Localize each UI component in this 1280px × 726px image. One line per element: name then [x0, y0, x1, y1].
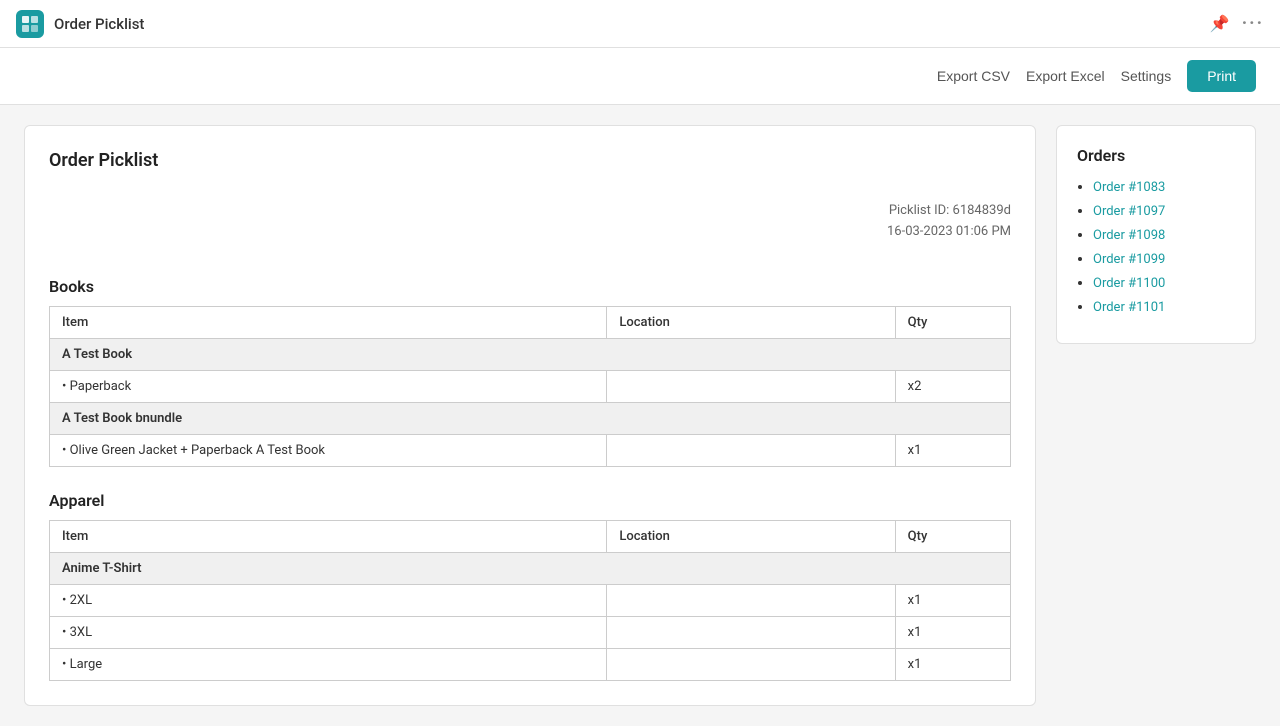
row-location — [607, 616, 895, 648]
order-link-1100[interactable]: Order #1100 — [1093, 276, 1165, 291]
export-excel-button[interactable]: Export Excel — [1026, 68, 1105, 84]
table-row: • 2XL x1 — [50, 584, 1011, 616]
order-link-1097[interactable]: Order #1097 — [1093, 204, 1165, 219]
row-location — [607, 584, 895, 616]
table-row: • Paperback x2 — [50, 370, 1011, 402]
row-item: • 2XL — [50, 584, 607, 616]
pin-icon[interactable]: 📌 — [1210, 14, 1230, 33]
row-qty: x2 — [895, 370, 1010, 402]
row-qty: x1 — [895, 434, 1010, 466]
row-qty: x1 — [895, 584, 1010, 616]
row-item: • Paperback — [50, 370, 607, 402]
list-item: Order #1098 — [1093, 227, 1235, 243]
section-apparel-title: Apparel — [49, 491, 1011, 510]
settings-button[interactable]: Settings — [1121, 68, 1172, 84]
group-name: A Test Book bnundle — [50, 402, 1011, 434]
list-item: Order #1099 — [1093, 251, 1235, 267]
group-name: A Test Book — [50, 338, 1011, 370]
group-name: Anime T-Shirt — [50, 552, 1011, 584]
apparel-table: Item Location Qty Anime T-Shirt • 2XL x1… — [49, 520, 1011, 681]
picklist-id: Picklist ID: 6184839d — [49, 201, 1011, 222]
table-row: Anime T-Shirt — [50, 552, 1011, 584]
apparel-col-qty: Qty — [895, 520, 1010, 552]
order-link-1101[interactable]: Order #1101 — [1093, 300, 1165, 315]
books-col-item: Item — [50, 306, 607, 338]
top-bar: Order Picklist 📌 ··· — [0, 0, 1280, 48]
table-row: • Large x1 — [50, 648, 1011, 680]
row-qty: x1 — [895, 648, 1010, 680]
picklist-header: Picklist ID: 6184839d 16-03-2023 01:06 P… — [49, 191, 1011, 253]
books-col-qty: Qty — [895, 306, 1010, 338]
toolbar: Export CSV Export Excel Settings Print — [0, 48, 1280, 105]
top-bar-actions: 📌 ··· — [1210, 13, 1264, 34]
apparel-col-location: Location — [607, 520, 895, 552]
main-content: Order Picklist Picklist ID: 6184839d 16-… — [0, 105, 1280, 726]
list-item: Order #1100 — [1093, 275, 1235, 291]
app-logo — [16, 10, 44, 38]
row-location — [607, 434, 895, 466]
list-item: Order #1097 — [1093, 203, 1235, 219]
table-row: A Test Book bnundle — [50, 402, 1011, 434]
page-title: Order Picklist — [49, 150, 1011, 171]
order-link-1099[interactable]: Order #1099 — [1093, 252, 1165, 267]
picklist-date: 16-03-2023 01:06 PM — [49, 222, 1011, 243]
row-item: • Olive Green Jacket + Paperback A Test … — [50, 434, 607, 466]
list-item: Order #1083 — [1093, 179, 1235, 195]
list-item: Order #1101 — [1093, 299, 1235, 315]
row-item: • 3XL — [50, 616, 607, 648]
row-qty: x1 — [895, 616, 1010, 648]
books-col-location: Location — [607, 306, 895, 338]
apparel-col-item: Item — [50, 520, 607, 552]
section-books-title: Books — [49, 277, 1011, 296]
order-link-1083[interactable]: Order #1083 — [1093, 180, 1165, 195]
sidebar: Orders Order #1083 Order #1097 Order #10… — [1056, 125, 1256, 344]
print-button[interactable]: Print — [1187, 60, 1256, 92]
row-location — [607, 648, 895, 680]
order-link-1098[interactable]: Order #1098 — [1093, 228, 1165, 243]
sidebar-title: Orders — [1077, 146, 1235, 165]
main-panel: Order Picklist Picklist ID: 6184839d 16-… — [24, 125, 1036, 706]
table-row: • Olive Green Jacket + Paperback A Test … — [50, 434, 1011, 466]
row-location — [607, 370, 895, 402]
export-csv-button[interactable]: Export CSV — [937, 68, 1010, 84]
table-row: A Test Book — [50, 338, 1011, 370]
books-table: Item Location Qty A Test Book • Paperbac… — [49, 306, 1011, 467]
orders-list: Order #1083 Order #1097 Order #1098 Orde… — [1077, 179, 1235, 315]
table-row: • 3XL x1 — [50, 616, 1011, 648]
more-icon[interactable]: ··· — [1242, 13, 1264, 34]
row-item: • Large — [50, 648, 607, 680]
app-title: Order Picklist — [54, 15, 144, 33]
